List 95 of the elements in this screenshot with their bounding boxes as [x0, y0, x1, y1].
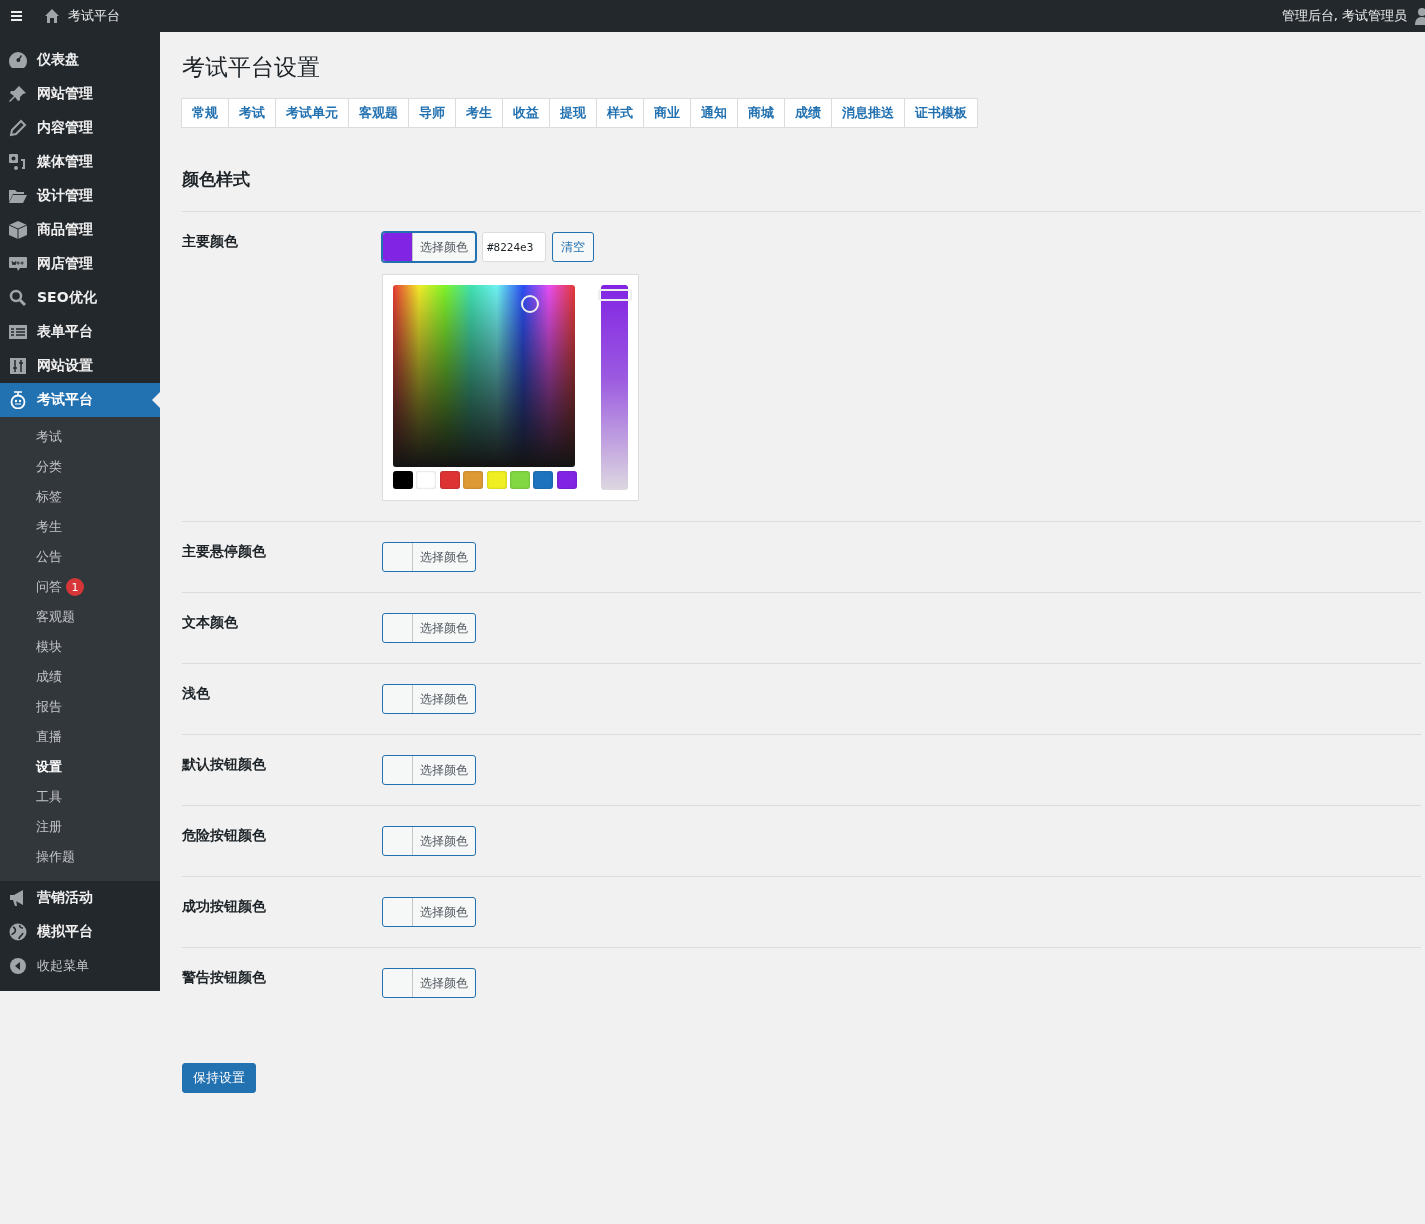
submenu-item[interactable]: 客观题	[36, 608, 75, 626]
box-icon	[8, 221, 28, 239]
submenu-item[interactable]: 成绩	[36, 668, 62, 686]
sidebar-item[interactable]: 表单平台	[0, 315, 160, 349]
hex-input-field[interactable]: #8224e3	[482, 232, 546, 262]
submenu-item[interactable]: 模块	[36, 638, 62, 656]
save-button[interactable]: 保持设置	[182, 1063, 256, 1093]
settings-tab[interactable]: 收益	[502, 98, 550, 128]
menu-icon[interactable]	[10, 10, 24, 22]
color-picker-button[interactable]: 选择颜色	[382, 613, 476, 643]
setting-label: 警告按钮颜色	[182, 969, 266, 987]
setting-label: 主要悬停颜色	[182, 543, 266, 561]
color-swatch[interactable]	[556, 471, 577, 489]
submenu-item[interactable]: 公告	[36, 548, 62, 566]
greeting-text[interactable]: 管理后台, 考试管理员	[1281, 7, 1407, 25]
color-picker-button[interactable]: 选择颜色	[382, 897, 476, 927]
collapse-icon[interactable]	[9, 957, 27, 975]
setting-label: 文本颜色	[182, 614, 238, 632]
sidebar-item[interactable]: 仪表盘	[0, 43, 160, 77]
setting-label: 主要颜色	[182, 233, 238, 251]
submenu-item[interactable]: 直播	[36, 728, 62, 746]
submenu-item[interactable]: 操作题	[36, 848, 75, 866]
slider-thumb[interactable]	[597, 289, 632, 302]
settings-tab[interactable]: 商业	[643, 98, 691, 128]
media-icon	[8, 153, 28, 171]
setting-label: 危险按钮颜色	[182, 827, 266, 845]
sidebar-item[interactable]: 网站管理	[0, 77, 160, 111]
color-picker-button[interactable]: 选择颜色	[382, 684, 476, 714]
setting-label: 浅色	[182, 685, 210, 703]
submenu-item[interactable]: 分类	[36, 458, 62, 476]
globe-icon	[8, 923, 28, 941]
settings-tab[interactable]: 常规	[181, 98, 229, 128]
color-gradient-square[interactable]	[393, 285, 575, 467]
color-picker-button[interactable]: 选择颜色	[382, 755, 476, 785]
color-swatch[interactable]	[509, 471, 530, 489]
page-title: 考试平台设置	[182, 53, 320, 82]
sidebar-item[interactable]: 网店管理	[0, 247, 160, 281]
robot-icon	[8, 391, 28, 409]
settings-tab[interactable]: 提现	[549, 98, 597, 128]
sidebar-item[interactable]: 模拟平台	[0, 915, 160, 949]
section-title: 颜色样式	[182, 168, 250, 191]
submenu-item[interactable]: 问答	[36, 578, 62, 596]
color-picker-button[interactable]: 选择颜色	[382, 232, 476, 262]
settings-tab[interactable]: 导师	[408, 98, 456, 128]
pushpin-icon	[8, 85, 28, 103]
sidebar-item[interactable]: 商品管理	[0, 213, 160, 247]
submenu-item[interactable]: 注册	[36, 818, 62, 836]
submenu-item[interactable]: 报告	[36, 698, 62, 716]
home-icon[interactable]	[44, 8, 60, 24]
color-swatch[interactable]	[486, 471, 507, 489]
sidebar-item[interactable]: 内容管理	[0, 111, 160, 145]
submenu-item[interactable]: 考试	[36, 428, 62, 446]
color-swatch[interactable]	[416, 471, 437, 489]
sidebar-item[interactable]: SEO优化	[0, 281, 160, 315]
color-picker-button[interactable]: 选择颜色	[382, 826, 476, 856]
dashboard-icon	[8, 51, 28, 69]
settings-tab[interactable]: 消息推送	[831, 98, 905, 128]
color-swatch[interactable]	[439, 471, 460, 489]
count-badge: 1	[66, 578, 84, 596]
settings-tab[interactable]: 考试单元	[275, 98, 349, 128]
submenu-item[interactable]: 考生	[36, 518, 62, 536]
submenu-item[interactable]: 设置	[36, 758, 62, 776]
settings-tab[interactable]: 通知	[690, 98, 738, 128]
color-picker-button[interactable]: 选择颜色	[382, 968, 476, 998]
submenu-item[interactable]: 标签	[36, 488, 62, 506]
color-swatch[interactable]	[463, 471, 484, 489]
submenu-item[interactable]: 工具	[36, 788, 62, 806]
settings-tab[interactable]: 成绩	[784, 98, 832, 128]
sliders-icon	[8, 357, 28, 375]
site-title[interactable]: 考试平台	[68, 7, 120, 25]
search-icon	[8, 289, 28, 307]
settings-tab[interactable]: 考生	[455, 98, 503, 128]
sidebar-item[interactable]: 设计管理	[0, 179, 160, 213]
color-swatch[interactable]	[533, 471, 554, 489]
sidebar-item[interactable]: 媒体管理	[0, 145, 160, 179]
woo-icon	[8, 255, 28, 273]
sidebar-item[interactable]: 网站设置	[0, 349, 160, 383]
collapse-menu-link[interactable]: 收起菜单	[37, 957, 89, 975]
form-icon	[8, 323, 28, 341]
clear-button[interactable]: 清空	[552, 232, 594, 262]
pencil-icon	[8, 119, 28, 137]
sidebar-item[interactable]: 营销活动	[0, 881, 160, 915]
sidebar-item[interactable]: 考试平台	[0, 383, 160, 417]
picker-handle[interactable]	[521, 295, 539, 313]
setting-label: 成功按钮颜色	[182, 898, 266, 916]
user-icon[interactable]	[1413, 7, 1425, 25]
settings-tab[interactable]: 客观题	[348, 98, 409, 128]
settings-tab[interactable]: 商城	[737, 98, 785, 128]
settings-tab[interactable]: 考试	[228, 98, 276, 128]
settings-tab[interactable]: 样式	[596, 98, 644, 128]
settings-tab[interactable]: 证书模板	[904, 98, 978, 128]
color-picker-button[interactable]: 选择颜色	[382, 542, 476, 572]
setting-label: 默认按钮颜色	[182, 756, 266, 774]
folder-icon	[8, 187, 28, 205]
color-swatch[interactable]	[393, 471, 413, 489]
